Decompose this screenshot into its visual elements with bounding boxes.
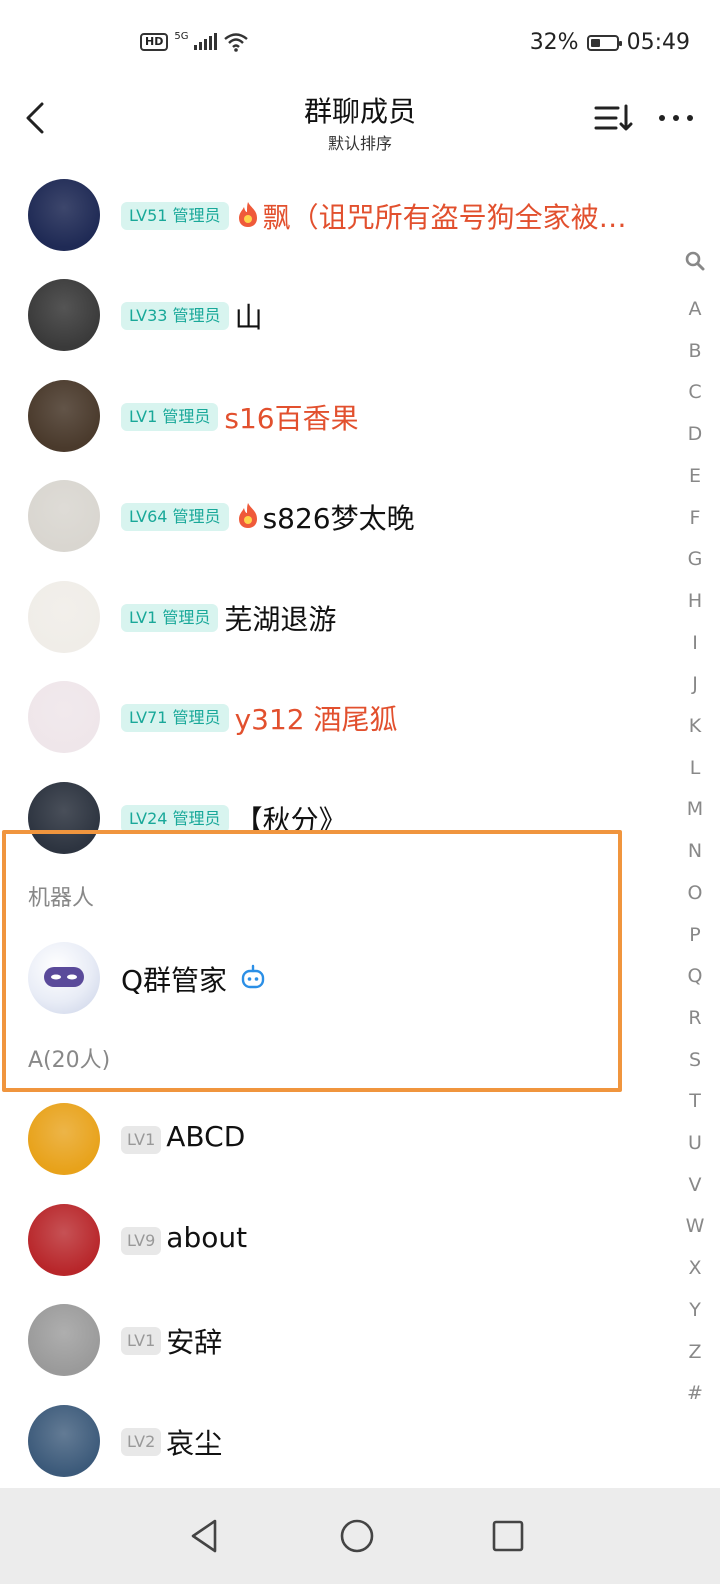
member-row[interactable]: LV51 管理员 飘（诅咒所有盗号狗全家被… [0,162,660,262]
clock: 05:49 [626,30,690,55]
flame-icon [235,501,261,535]
admin-level-badge: LV1 管理员 [121,604,219,632]
avatar [28,179,100,251]
member-name: 山 [234,301,263,334]
battery-percent: 32% [529,30,579,55]
index-letter[interactable]: A [670,298,720,320]
member-row[interactable]: LV1 管理员 芜湖退游 [0,564,660,664]
network-type: 5G [174,30,189,42]
system-nav-bar [0,1488,720,1584]
top-bar: 群聊成员 默认排序 [0,88,720,160]
admin-level-badge: LV71 管理员 [121,704,229,732]
avatar [28,1103,100,1175]
member-row[interactable]: LV1 管理员 s16百香果 [0,363,660,463]
avatar [28,1204,100,1276]
index-letter[interactable]: V [670,1174,720,1196]
index-letter[interactable]: X [670,1257,720,1279]
admin-level-badge: LV64 管理员 [121,503,229,531]
index-letter[interactable]: D [670,423,720,445]
member-name: about [166,1221,248,1254]
index-letter[interactable]: F [670,507,720,529]
index-letter[interactable]: I [670,632,720,654]
member-row[interactable]: LV64 管理员 s826梦太晚 [0,463,660,563]
index-letter[interactable]: S [670,1049,720,1071]
home-circle-icon[interactable] [335,1514,379,1558]
index-letter[interactable]: B [670,340,720,362]
level-badge: LV1 [121,1327,162,1355]
level-badge: LV9 [121,1227,162,1255]
admin-level-badge: LV51 管理员 [121,202,229,230]
signal-icon [194,33,218,50]
admin-level-badge: LV1 管理员 [121,403,219,431]
avatar [28,681,100,753]
member-name: 哀尘 [166,1427,223,1460]
index-letter[interactable]: T [670,1090,720,1112]
battery-icon [586,34,622,51]
member-row[interactable]: LV1 ABCD [0,1086,660,1186]
index-letter[interactable]: R [670,1007,720,1029]
admin-level-badge: LV33 管理员 [121,302,229,330]
flame-icon [235,200,261,234]
avatar [28,1304,100,1376]
status-bar: HD 5G 32% 05:49 [0,0,720,88]
index-letter[interactable]: M [670,798,720,820]
index-letter[interactable]: L [670,757,720,779]
member-row[interactable]: LV2 哀尘 [0,1388,660,1488]
index-letter[interactable]: P [670,924,720,946]
avatar [28,581,100,653]
sort-list-icon[interactable] [594,102,634,134]
member-name: s16百香果 [224,402,359,435]
level-badge: LV1 [121,1126,162,1154]
member-name: 飘（诅咒所有盗号狗全家被… [262,201,627,234]
index-letter[interactable]: U [670,1132,720,1154]
wifi-icon [224,33,249,52]
search-icon[interactable] [684,250,706,272]
member-name: 芜湖退游 [224,603,337,636]
highlight-box [2,830,622,1092]
index-letter[interactable]: O [670,882,720,904]
member-row[interactable]: LV9 about [0,1187,660,1287]
index-letter[interactable]: N [670,840,720,862]
member-name: ABCD [166,1120,246,1153]
recents-square-icon[interactable] [486,1514,530,1558]
index-letter[interactable]: E [670,465,720,487]
index-letter[interactable]: K [670,715,720,737]
index-letter[interactable]: G [670,548,720,570]
member-row[interactable]: LV33 管理员山 [0,262,660,362]
index-letter[interactable]: W [670,1215,720,1237]
member-row[interactable]: LV71 管理员 y312 酒尾狐 [0,664,660,764]
member-name: 安辞 [166,1326,223,1359]
level-badge: LV2 [121,1428,162,1456]
member-name: s826梦太晚 [262,502,415,535]
index-letter[interactable]: Q [670,965,720,987]
index-letter[interactable]: Y [670,1299,720,1321]
avatar [28,480,100,552]
hd-indicator: HD [140,33,169,51]
avatar [28,279,100,351]
avatar [28,1405,100,1477]
admin-level-badge: LV24 管理员 [121,805,229,833]
index-letter[interactable]: J [670,673,720,695]
member-name: y312 酒尾狐 [234,703,398,736]
avatar [28,380,100,452]
index-letter[interactable]: # [670,1382,720,1404]
more-dots-icon[interactable] [658,106,694,130]
index-letter[interactable]: Z [670,1341,720,1363]
member-row[interactable]: LV1 安辞 [0,1287,660,1387]
back-triangle-icon[interactable] [183,1514,227,1558]
index-letter[interactable]: C [670,381,720,403]
index-letter[interactable]: H [670,590,720,612]
